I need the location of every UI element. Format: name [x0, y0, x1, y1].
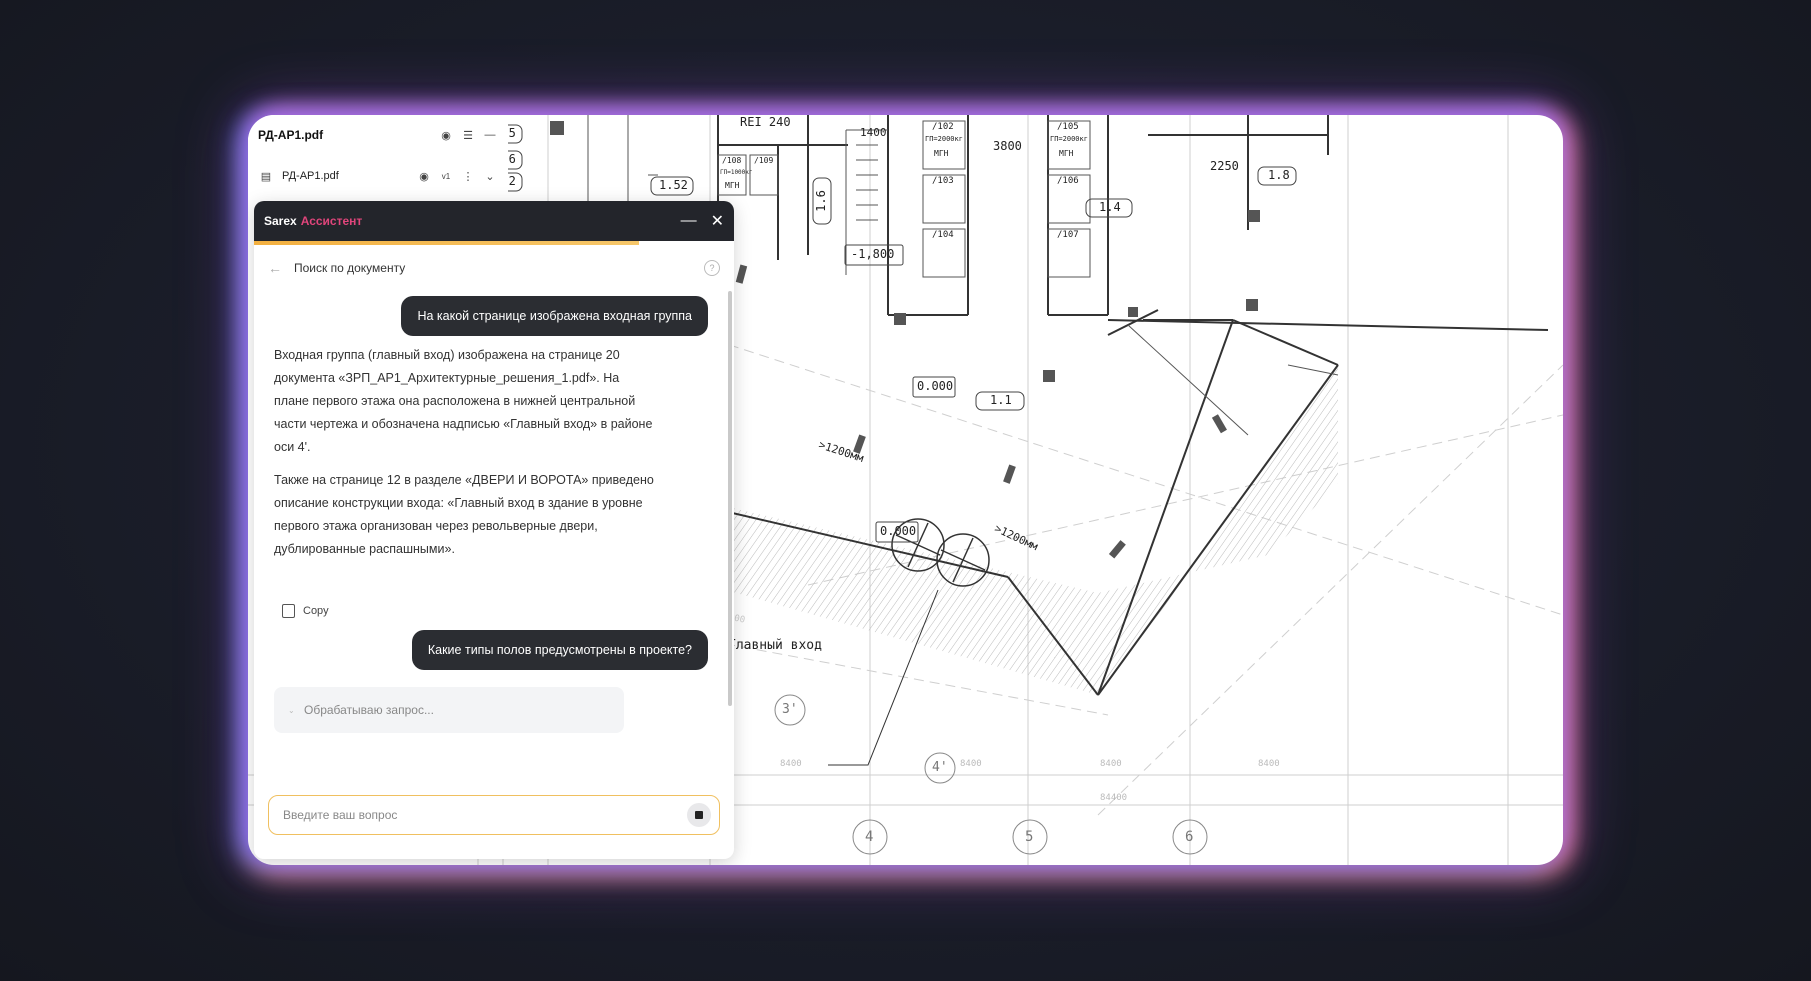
document-file-name: РД-АР1.pdf	[282, 170, 339, 182]
label-3800: 3800	[993, 139, 1022, 153]
question-input[interactable]	[281, 807, 687, 823]
label-1-4: 1.4	[1099, 200, 1121, 214]
pdf-file-icon: ▤	[260, 170, 272, 183]
axis-label-4: 4	[865, 829, 874, 845]
label-level-0000-b: 0.000	[880, 524, 917, 538]
copy-button[interactable]: Copy	[282, 604, 329, 618]
search-mode-label: Поиск по документу	[294, 261, 406, 275]
processing-label: Обрабатываю запрос...	[304, 703, 434, 717]
user-message: Какие типы полов предусмотрены в проекте…	[411, 630, 708, 670]
processing-status: ⌄ Обрабатываю запрос...	[274, 687, 624, 733]
label-1400: 1400	[860, 126, 887, 139]
room-mgn-102: МГН	[934, 149, 949, 158]
room-108: /108	[722, 156, 742, 165]
list-settings-icon[interactable]: ☰	[460, 127, 476, 143]
label-rei: REI 240	[740, 115, 791, 129]
room-note-102: ГП=2000кг	[925, 135, 963, 143]
loading-icon: ⌄	[288, 706, 295, 715]
close-icon[interactable]: ✕	[711, 211, 724, 231]
room-note-105: ГП=2000кг	[1050, 135, 1088, 143]
document-title: РД-АР1.pdf	[258, 128, 324, 142]
label-1-8: 1.8	[1268, 168, 1290, 182]
axis-label-5: 5	[1025, 829, 1034, 845]
answer-paragraph: Входная группа (главный вход) изображена…	[274, 348, 653, 454]
label-clearance-a: >1200мм	[817, 438, 866, 465]
label-2250: 2250	[1210, 159, 1239, 173]
dimension-8400-a: 8400	[780, 759, 802, 769]
document-file-row[interactable]: ▤ РД-АР1.pdf ◉ v1 ⋮ ⌄	[258, 165, 498, 187]
chevron-down-icon[interactable]: ⌄	[482, 168, 498, 184]
room-mgn-105: МГН	[1059, 149, 1074, 158]
question-input-box	[268, 795, 720, 835]
assistant-answer: Входная группа (главный вход) изображена…	[274, 344, 654, 571]
axis-label-3-prime: 3'	[782, 702, 798, 717]
assistant-header: Sarex Ассистент — ✕	[254, 201, 734, 245]
eye-icon[interactable]: ◉	[438, 127, 454, 143]
document-panel: РД-АР1.pdf ◉ ☰ — ▤ РД-АР1.pdf ◉ v1 ⋮ ⌄	[248, 115, 508, 203]
copy-label: Copy	[303, 605, 329, 617]
label-level-0000-a: 0.000	[917, 379, 954, 393]
app-window: REI 240 1.15 1.16 1.12 1.52 1400 3800 22…	[248, 115, 1563, 865]
assistant-brand-accent: Ассистент	[300, 214, 363, 228]
label-main-entrance: Главный вход	[728, 638, 822, 653]
dimension-8400-d: 8400	[1258, 759, 1280, 769]
progress-bar	[254, 241, 639, 245]
visibility-icon[interactable]: ◉	[416, 168, 432, 184]
help-icon[interactable]: ?	[704, 260, 720, 276]
room-107: /107	[1057, 230, 1079, 240]
stop-icon	[695, 811, 703, 819]
assistant-nav: ← Поиск по документу ?	[254, 241, 734, 295]
dimension-8400-b: 8400	[960, 759, 982, 769]
label-1-6: 1.6	[813, 190, 828, 212]
room-103: /103	[932, 176, 954, 186]
dimension-8400-c: 8400	[1100, 759, 1122, 769]
label-minus-1800: -1,800	[851, 247, 895, 261]
minimize-assistant-button[interactable]: —	[681, 212, 697, 230]
version-badge[interactable]: v1	[438, 168, 454, 184]
dimension-84400: 84400	[1100, 793, 1128, 803]
copy-icon	[282, 604, 295, 618]
room-note-108: ГП=1000кг	[720, 169, 753, 176]
room-104: /104	[932, 230, 954, 240]
axis-label-4-prime: 4'	[932, 760, 948, 775]
chat-scrollbar[interactable]	[728, 291, 732, 706]
axis-label-6: 6	[1185, 829, 1194, 845]
label-1-52: 1.52	[659, 178, 688, 192]
room-109: /109	[754, 156, 774, 165]
room-102: /102	[932, 122, 954, 132]
room-106: /106	[1057, 176, 1079, 186]
back-arrow-icon[interactable]: ←	[268, 260, 282, 276]
more-options-icon[interactable]: ⋮	[460, 168, 476, 184]
stop-button[interactable]	[687, 803, 711, 827]
room-105: /105	[1057, 122, 1079, 132]
label-clearance-b: >1200мм	[992, 521, 1040, 554]
room-mgn-108: МГН	[725, 181, 740, 190]
user-message: На какой странице изображена входная гру…	[401, 296, 708, 336]
label-1-1: 1.1	[990, 393, 1012, 407]
assistant-brand: Sarex	[264, 214, 297, 228]
answer-paragraph: Также на странице 12 в разделе «ДВЕРИ И …	[274, 473, 654, 556]
assistant-panel: Sarex Ассистент — ✕ ← Поиск по документу…	[254, 201, 734, 859]
minimize-icon[interactable]: —	[482, 127, 498, 143]
document-header: РД-АР1.pdf ◉ ☰ —	[258, 125, 498, 145]
